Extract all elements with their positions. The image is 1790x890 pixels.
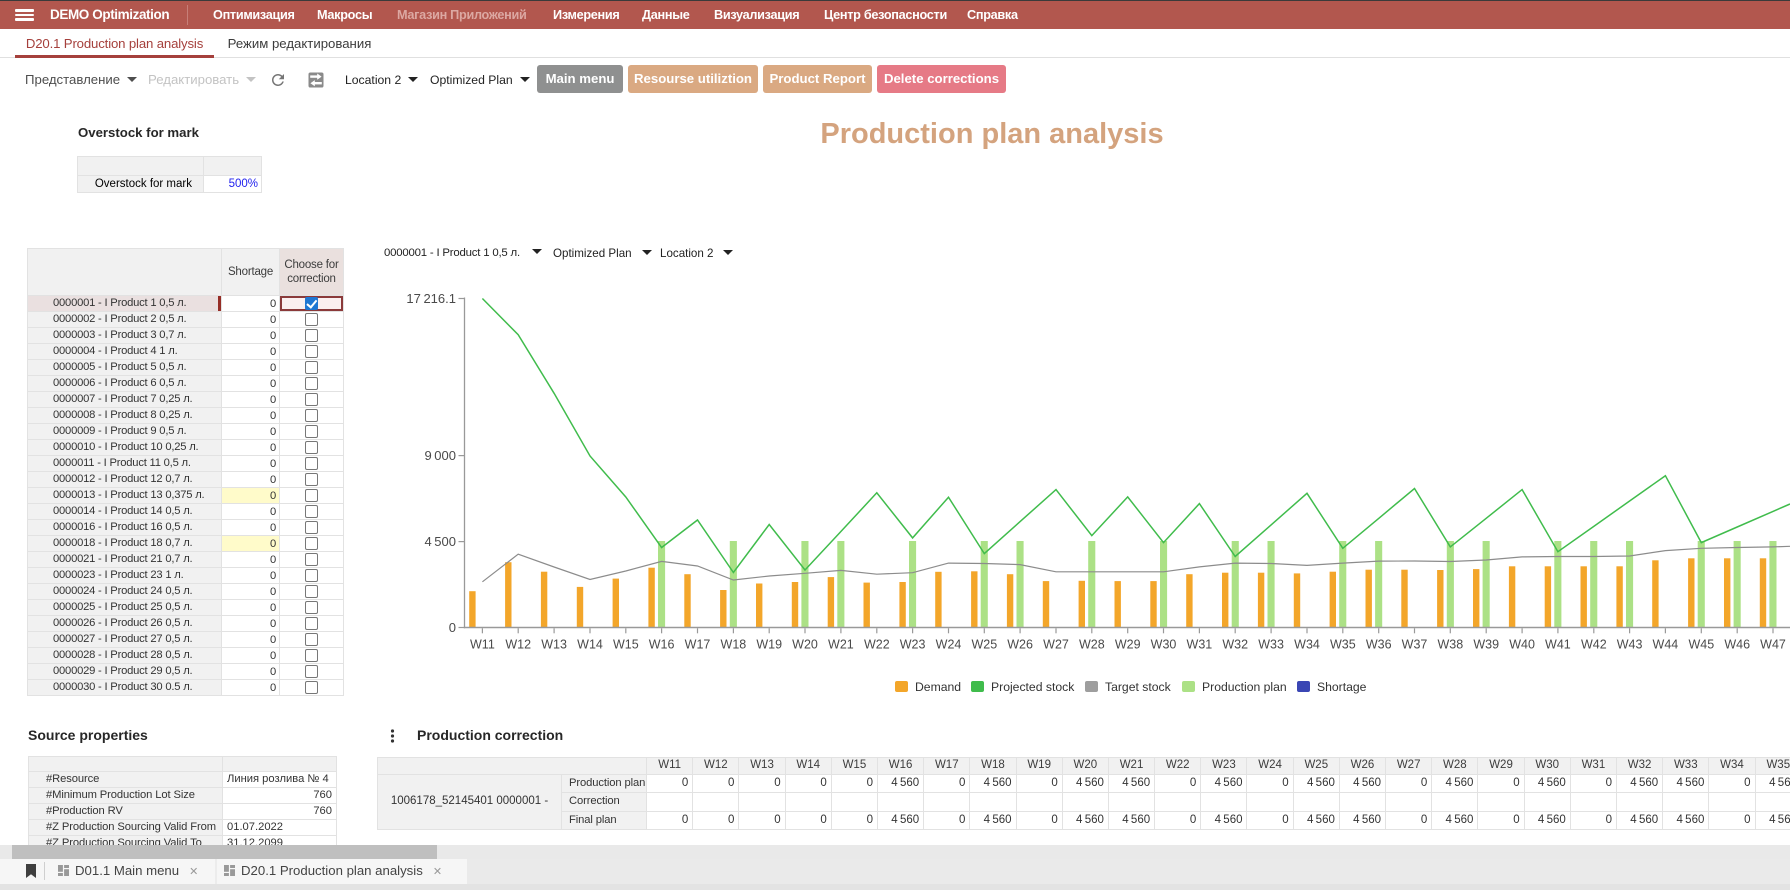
svg-text:W25: W25 [971,638,997,652]
svg-text:W28: W28 [1079,638,1105,652]
svg-text:W24: W24 [936,638,962,652]
svg-text:W30: W30 [1151,638,1177,652]
svg-text:W34: W34 [1294,638,1320,652]
svg-text:W43: W43 [1617,638,1643,652]
svg-text:9 000: 9 000 [424,448,456,463]
svg-text:W18: W18 [721,638,747,652]
svg-text:W46: W46 [1724,638,1750,652]
svg-text:W20: W20 [792,638,818,652]
svg-text:W11: W11 [470,638,495,652]
svg-text:4 500: 4 500 [424,534,456,549]
svg-text:17 216.1: 17 216.1 [406,291,456,306]
svg-text:W27: W27 [1043,638,1069,652]
svg-text:W12: W12 [505,638,531,652]
svg-text:W26: W26 [1007,638,1033,652]
svg-text:W14: W14 [577,638,603,652]
svg-text:W21: W21 [828,638,854,652]
svg-text:W35: W35 [1330,638,1356,652]
svg-text:W17: W17 [685,638,711,652]
svg-text:W15: W15 [613,638,639,652]
svg-text:W38: W38 [1437,638,1463,652]
svg-text:W31: W31 [1187,638,1213,652]
svg-text:0: 0 [449,620,456,635]
svg-text:W45: W45 [1688,638,1714,652]
svg-text:W32: W32 [1222,638,1248,652]
svg-text:W22: W22 [864,638,890,652]
svg-text:W16: W16 [649,638,675,652]
svg-text:W42: W42 [1581,638,1607,652]
svg-text:W19: W19 [756,638,782,652]
svg-text:W36: W36 [1366,638,1392,652]
svg-text:W41: W41 [1545,638,1571,652]
svg-text:W29: W29 [1115,638,1141,652]
svg-text:W39: W39 [1473,638,1499,652]
svg-text:W33: W33 [1258,638,1284,652]
svg-text:W40: W40 [1509,638,1535,652]
svg-text:W13: W13 [541,638,567,652]
svg-text:W23: W23 [900,638,926,652]
svg-text:W44: W44 [1653,638,1679,652]
svg-text:W37: W37 [1402,638,1428,652]
svg-text:W47: W47 [1760,638,1786,652]
